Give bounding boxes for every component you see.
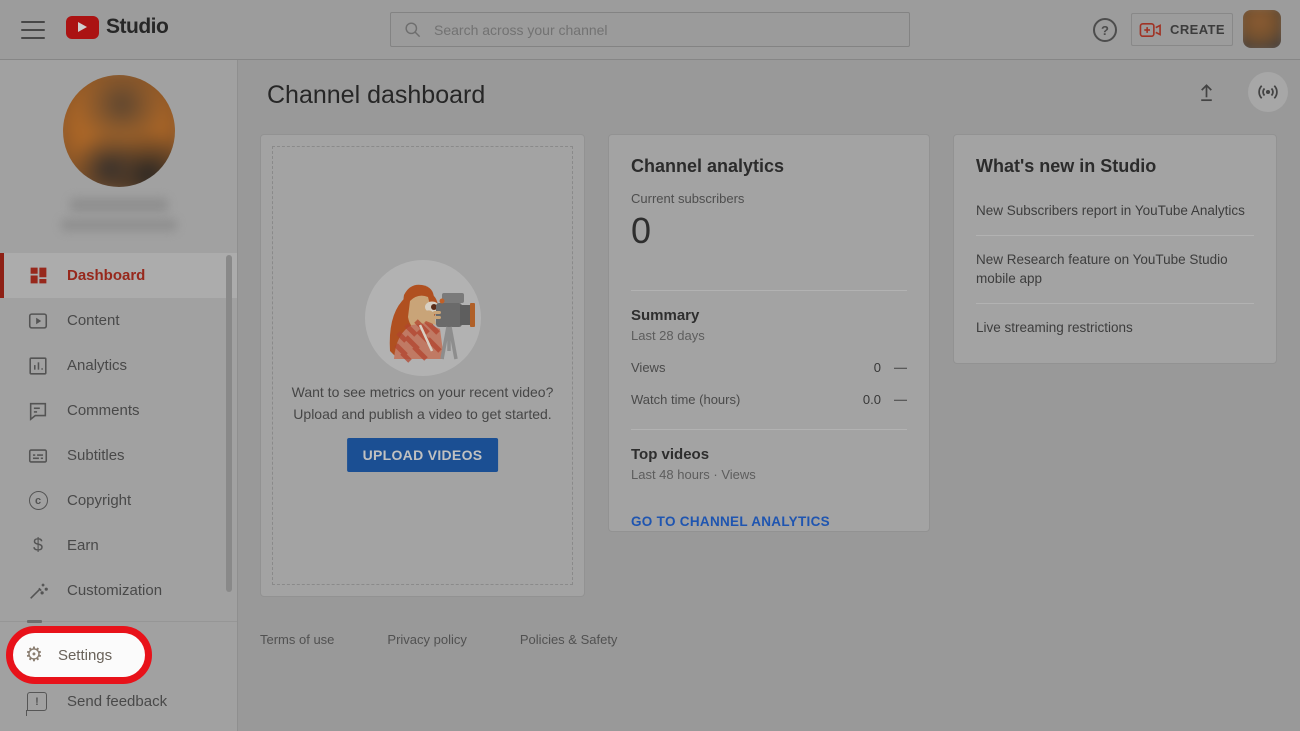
gear-icon: ⚙ [25,645,43,665]
channel-name-redacted [70,198,168,212]
settings-annotation-highlight[interactable]: ⚙ Settings [6,626,152,684]
whats-new-card: What's new in Studio New Subscribers rep… [953,134,1277,364]
comments-icon [27,400,49,422]
sidebar-scrollbar[interactable] [226,255,232,592]
current-subscribers-value: 0 [631,210,907,252]
trend-flat-icon: — [894,392,907,407]
partially-hidden-menu-icon [27,620,42,623]
whats-new-title: What's new in Studio [976,156,1254,177]
sidebar-item-customization[interactable]: Customization [0,568,237,613]
footer-links: Terms of use Privacy policy Policies & S… [260,632,617,647]
divider [976,303,1254,304]
upload-card-message: Want to see metrics on your recent video… [261,381,584,426]
upload-videos-button[interactable]: UPLOAD VIDEOS [347,438,499,472]
copyright-icon: c [27,490,49,512]
news-item[interactable]: New Research feature on YouTube Studio m… [976,250,1254,289]
create-button[interactable]: CREATE [1131,13,1233,46]
news-item[interactable]: Live streaming restrictions [976,318,1254,338]
hamburger-menu-icon[interactable] [21,21,45,39]
top-videos-title: Top videos [631,446,907,463]
avatar-blur [1243,10,1281,48]
summary-title: Summary [631,307,907,324]
youtube-play-icon [66,16,99,39]
header-action-icons [1186,72,1288,112]
metric-row-views: Views 0— [631,360,907,375]
account-avatar[interactable] [1243,10,1281,48]
customization-wand-icon [27,580,49,602]
go-live-icon[interactable] [1248,72,1288,112]
upload-icon[interactable] [1186,72,1226,112]
sidebar-item-earn[interactable]: $ Earn [0,523,237,568]
top-app-bar: Studio ? CREATE [0,0,1300,60]
main-content: Channel dashboard [238,60,1300,731]
feedback-icon: ! [27,692,47,711]
page-title: Channel dashboard [267,81,485,110]
analytics-card-title: Channel analytics [631,156,907,177]
create-video-icon [1139,21,1162,39]
summary-period: Last 28 days [631,328,907,343]
sidebar-item-analytics[interactable]: Analytics [0,343,237,388]
divider [631,429,907,430]
channel-avatar[interactable] [63,75,175,187]
divider [631,290,907,291]
analytics-icon [27,355,49,377]
go-to-channel-analytics-link[interactable]: GO TO CHANNEL ANALYTICS [631,514,830,529]
privacy-policy-link[interactable]: Privacy policy [387,632,466,647]
sidebar-menu: Dashboard Content Analytics Comments [0,253,237,613]
sidebar-item-subtitles[interactable]: Subtitles [0,433,237,478]
subtitles-icon [27,445,49,467]
youtube-studio-logo[interactable]: Studio [66,15,168,39]
sidebar: Dashboard Content Analytics Comments [0,60,238,731]
help-icon[interactable]: ? [1093,18,1117,42]
channel-handle-redacted [61,219,177,231]
sidebar-item-copyright[interactable]: c Copyright [0,478,237,523]
camera-person-illustration [360,255,486,386]
divider [976,235,1254,236]
search-input[interactable] [434,22,897,38]
terms-of-use-link[interactable]: Terms of use [260,632,334,647]
youtube-studio-dashboard: Studio ? CREATE Dashboard [0,0,1300,731]
channel-search-bar[interactable] [390,12,910,47]
top-videos-period: Last 48 hours · Views [631,467,907,482]
dashboard-icon [27,265,49,287]
channel-avatar-blur [63,75,175,187]
content-icon [27,310,49,332]
upload-video-card: Want to see metrics on your recent video… [260,134,585,597]
policies-safety-link[interactable]: Policies & Safety [520,632,618,647]
sidebar-item-comments[interactable]: Comments [0,388,237,433]
current-subscribers-label: Current subscribers [631,191,907,206]
create-label: CREATE [1170,22,1225,37]
channel-analytics-card: Channel analytics Current subscribers 0 … [608,134,930,532]
earn-icon: $ [27,535,49,557]
metric-row-watch-time: Watch time (hours) 0.0— [631,392,907,407]
trend-flat-icon: — [894,360,907,375]
news-item[interactable]: New Subscribers report in YouTube Analyt… [976,201,1254,221]
dashboard-cards: Want to see metrics on your recent video… [260,134,1277,597]
sidebar-item-settings-label: Settings [58,647,112,664]
sidebar-item-send-feedback[interactable]: ! Send feedback [0,679,237,724]
sidebar-item-dashboard[interactable]: Dashboard [0,253,237,298]
logo-text: Studio [106,15,168,39]
search-icon [403,20,422,39]
sidebar-item-content[interactable]: Content [0,298,237,343]
